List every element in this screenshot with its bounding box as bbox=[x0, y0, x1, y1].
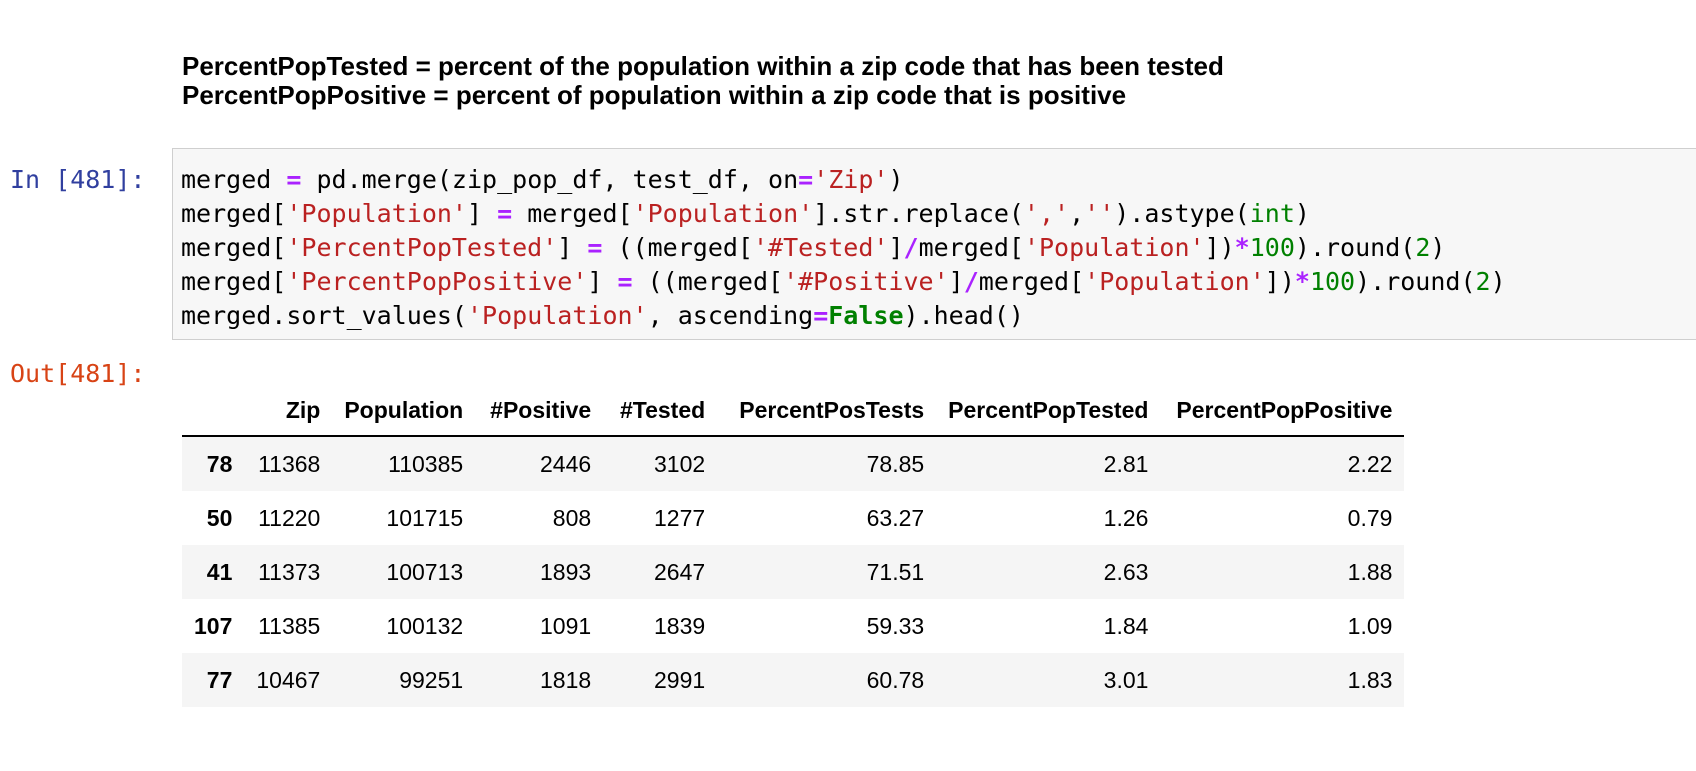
cell-percent-pos-tests: 78.85 bbox=[866, 450, 925, 477]
column-header-percent-pop-tested: PercentPopTested bbox=[936, 385, 1161, 437]
cell-positive: 1893 bbox=[540, 558, 592, 585]
markdown-line-2: PercentPopPositive = percent of populati… bbox=[182, 80, 1127, 110]
table-row: 50 11220 101715 808 1277 63.27 1.26 0.79 bbox=[182, 491, 1404, 545]
cell-percent-pop-tested: 2.63 bbox=[1103, 558, 1149, 585]
column-header-percent-pos-tests: PercentPosTests bbox=[717, 385, 937, 437]
cell-percent-pop-positive: 1.83 bbox=[1347, 666, 1393, 693]
cell-percent-pop-positive: 1.09 bbox=[1347, 612, 1393, 639]
markdown-cell: PercentPopTested = percent of the popula… bbox=[182, 52, 1224, 110]
row-index: 78 bbox=[206, 450, 233, 477]
cell-positive: 2446 bbox=[540, 450, 592, 477]
cell-zip: 10467 bbox=[256, 666, 321, 693]
row-index: 50 bbox=[206, 504, 233, 531]
cell-zip: 11373 bbox=[258, 558, 321, 585]
cell-percent-pos-tests: 59.33 bbox=[866, 612, 925, 639]
cell-tested: 1277 bbox=[654, 504, 706, 531]
cell-percent-pos-tests: 71.51 bbox=[866, 558, 925, 585]
markdown-line-1: PercentPopTested = percent of the popula… bbox=[182, 51, 1224, 81]
cell-positive: 808 bbox=[552, 504, 592, 531]
column-header-index bbox=[182, 385, 245, 437]
code-line-5: merged.sort_values('Population', ascendi… bbox=[181, 301, 1024, 330]
cell-zip: 11385 bbox=[258, 612, 321, 639]
cell-percent-pop-positive: 0.79 bbox=[1347, 504, 1393, 531]
cell-percent-pop-tested: 1.26 bbox=[1103, 504, 1149, 531]
column-header-tested: #Tested bbox=[603, 385, 718, 437]
cell-positive: 1091 bbox=[540, 612, 592, 639]
column-header-positive: #Positive bbox=[475, 385, 604, 437]
input-prompt: In [481]: bbox=[10, 165, 146, 194]
table-row: 77 10467 99251 1818 2991 60.78 3.01 1.83 bbox=[182, 653, 1405, 707]
cell-percent-pop-positive: 2.22 bbox=[1347, 450, 1393, 477]
cell-tested: 3102 bbox=[654, 450, 706, 477]
table-row: 41 11373 100713 1893 2647 71.51 2.63 1.8… bbox=[182, 545, 1405, 599]
cell-population: 100713 bbox=[386, 558, 464, 585]
code-cell-editor[interactable]: merged = pd.merge(zip_pop_df, test_df, o… bbox=[172, 148, 1696, 340]
table-row: 107 11385 100132 1091 1839 59.33 1.84 1.… bbox=[182, 599, 1404, 653]
table-header-row: Zip Population #Positive #Tested Percent… bbox=[182, 385, 1405, 437]
cell-zip: 11220 bbox=[258, 504, 321, 531]
cell-population: 99251 bbox=[399, 666, 464, 693]
cell-positive: 1818 bbox=[540, 666, 592, 693]
code-line-4: merged['PercentPopPositive'] = ((merged[… bbox=[181, 267, 1506, 296]
code-line-3: merged['PercentPopTested'] = ((merged['#… bbox=[181, 233, 1446, 262]
row-index: 77 bbox=[206, 666, 233, 693]
code-line-2: merged['Population'] = merged['Populatio… bbox=[181, 199, 1310, 228]
cell-percent-pop-tested: 1.84 bbox=[1103, 612, 1149, 639]
cell-tested: 1839 bbox=[654, 612, 706, 639]
cell-zip: 11368 bbox=[258, 450, 321, 477]
cell-percent-pop-positive: 1.88 bbox=[1347, 558, 1393, 585]
cell-percent-pop-tested: 2.81 bbox=[1103, 450, 1149, 477]
cell-population: 100132 bbox=[386, 612, 464, 639]
column-header-population: Population bbox=[332, 385, 476, 437]
cell-population: 110385 bbox=[388, 450, 464, 477]
column-header-zip: Zip bbox=[244, 385, 333, 437]
cell-percent-pos-tests: 60.78 bbox=[866, 666, 925, 693]
row-index: 41 bbox=[206, 558, 233, 585]
cell-tested: 2991 bbox=[654, 666, 706, 693]
notebook-page: PercentPopTested = percent of the popula… bbox=[0, 0, 1696, 771]
cell-population: 101715 bbox=[386, 504, 464, 531]
output-prompt: Out[481]: bbox=[10, 359, 146, 388]
dataframe-table: Zip Population #Positive #Tested Percent… bbox=[182, 385, 1405, 707]
row-index: 107 bbox=[194, 612, 233, 639]
cell-tested: 2647 bbox=[654, 558, 706, 585]
table-row: 78 11368 110385 2446 3102 78.85 2.81 2.2… bbox=[182, 436, 1405, 491]
code-line-1: merged = pd.merge(zip_pop_df, test_df, o… bbox=[181, 165, 904, 194]
cell-percent-pos-tests: 63.27 bbox=[866, 504, 925, 531]
cell-percent-pop-tested: 3.01 bbox=[1103, 666, 1149, 693]
column-header-percent-pop-positive: PercentPopPositive bbox=[1160, 385, 1405, 437]
